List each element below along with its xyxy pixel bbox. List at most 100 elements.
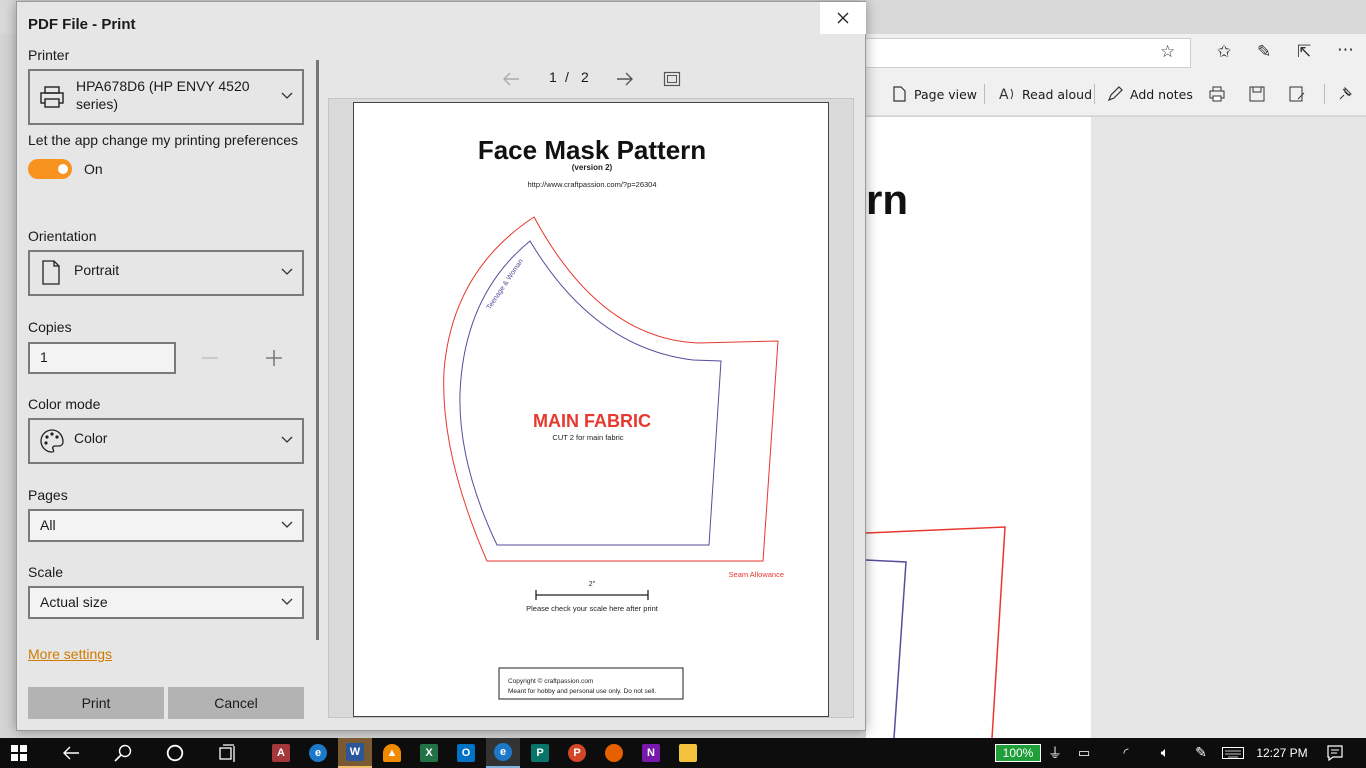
next-page-icon[interactable]	[615, 71, 635, 87]
decrement-icon[interactable]	[201, 349, 219, 367]
cancel-button[interactable]: Cancel	[168, 687, 304, 719]
power-plug-icon[interactable]: ⏚	[1046, 738, 1064, 768]
file-explorer-app[interactable]	[673, 738, 703, 768]
excel-icon: X	[420, 744, 438, 762]
add-notes-button[interactable]: Add notes	[1106, 84, 1193, 104]
access-app[interactable]: A	[266, 738, 296, 768]
page-view-button[interactable]: Page view	[890, 84, 977, 104]
clock[interactable]: 12:27 PM	[1252, 738, 1312, 768]
save-as-icon	[1289, 86, 1305, 102]
battery-indicator[interactable]: 100%	[994, 738, 1042, 768]
close-icon	[837, 12, 849, 24]
printer-name-line2: series)	[76, 96, 119, 112]
cortana-button[interactable]	[160, 738, 190, 768]
color-mode-select[interactable]: Color	[28, 418, 304, 464]
search-icon	[114, 744, 132, 762]
scale-value: Actual size	[40, 594, 108, 610]
back-arrow-icon	[63, 746, 79, 760]
read-aloud-button[interactable]: A Read aloud	[998, 84, 1092, 104]
share-icon[interactable]: ⇱	[1297, 42, 1311, 62]
preferences-toggle[interactable]	[28, 159, 72, 179]
printer-icon	[1209, 86, 1225, 102]
powerpoint-app[interactable]: P	[562, 738, 592, 768]
ie-icon: e	[309, 744, 327, 762]
print-settings-panel: Printer HPA678D6 (HP ENVY 4520 series) L…	[17, 34, 317, 732]
onenote-app[interactable]: N	[636, 738, 666, 768]
action-center-button[interactable]	[1322, 738, 1348, 768]
pages-select[interactable]: All	[28, 509, 304, 542]
scale-bar	[535, 590, 649, 600]
print-button[interactable]	[1208, 84, 1226, 104]
start-button[interactable]	[4, 738, 34, 768]
publisher-app[interactable]: P	[525, 738, 555, 768]
firefox-app[interactable]	[599, 738, 629, 768]
ie-app[interactable]: e	[303, 738, 333, 768]
task-view-icon	[219, 744, 235, 762]
chevron-down-icon	[281, 436, 293, 443]
back-button[interactable]	[56, 738, 86, 768]
copyright-line2: Meant for hobby and personal use only. D…	[508, 688, 656, 695]
keyboard-glyph	[1222, 747, 1244, 759]
scale-bar-label: 2"	[589, 581, 596, 588]
outlook-app[interactable]: O	[451, 738, 481, 768]
battery-percentage: 100%	[995, 744, 1041, 762]
preferences-label: Let the app change my printing preferenc…	[28, 132, 299, 148]
previous-page-icon[interactable]	[501, 71, 521, 87]
word-app[interactable]: W	[338, 738, 372, 768]
print-button[interactable]: Print	[28, 687, 164, 719]
save-button[interactable]	[1248, 84, 1266, 104]
document-version: (version 2)	[572, 163, 613, 172]
onenote-icon: N	[642, 744, 660, 762]
favorite-star-icon[interactable]: ☆	[1160, 42, 1175, 62]
portrait-page-icon	[42, 260, 60, 285]
favorites-list-icon[interactable]: ✩	[1217, 42, 1231, 62]
orientation-label: Orientation	[28, 228, 97, 244]
scale-select[interactable]: Actual size	[28, 586, 304, 619]
printer-select[interactable]: HPA678D6 (HP ENVY 4520 series)	[28, 69, 304, 125]
pages-value: All	[40, 517, 56, 533]
pen-icon[interactable]: ✎	[1257, 42, 1271, 62]
printer-name-line1: HPA678D6 (HP ENVY 4520	[76, 78, 250, 94]
pattern-drawing: Face Mask Pattern (version 2) http://www…	[443, 135, 784, 700]
outlook-icon: O	[457, 744, 475, 762]
close-button[interactable]	[820, 2, 866, 34]
read-aloud-label: Read aloud	[1022, 86, 1093, 102]
save-as-button[interactable]	[1288, 84, 1306, 104]
chevron-down-icon	[281, 268, 293, 275]
fit-page-icon[interactable]	[663, 71, 681, 87]
save-icon	[1249, 86, 1265, 102]
pen-workspace-icon[interactable]: ✎	[1190, 738, 1212, 768]
volume-icon[interactable]: 🔈︎	[1154, 738, 1176, 768]
vlc-app[interactable]: ▲	[377, 738, 407, 768]
orientation-select[interactable]: Portrait	[28, 250, 304, 296]
current-page-number: 1	[549, 69, 557, 85]
copies-input[interactable]: 1	[28, 342, 176, 374]
edge-app[interactable]: e	[486, 738, 520, 768]
windows-logo-icon	[11, 745, 27, 761]
battery-icon[interactable]: ▭	[1074, 738, 1094, 768]
pin-button[interactable]	[1336, 84, 1354, 104]
document-url: http://www.craftpassion.com/?p=26304	[527, 180, 656, 189]
fabric-title: MAIN FABRIC	[533, 411, 651, 431]
more-icon[interactable]: ⋯	[1337, 40, 1354, 60]
wifi-icon[interactable]: ◜	[1116, 738, 1136, 768]
increment-icon[interactable]	[265, 349, 283, 367]
chevron-down-icon	[281, 521, 293, 528]
cortana-icon	[166, 744, 184, 762]
chevron-down-icon	[281, 598, 293, 605]
pages-label: Pages	[28, 487, 68, 503]
search-button[interactable]	[108, 738, 138, 768]
browser-url-field[interactable]	[866, 38, 1191, 68]
pen-icon	[1107, 86, 1123, 102]
orientation-value: Portrait	[74, 262, 120, 278]
fabric-note: CUT 2 for main fabric	[552, 433, 623, 442]
total-page-count: 2	[581, 69, 589, 85]
task-view-button[interactable]	[212, 738, 242, 768]
settings-scrollbar[interactable]	[316, 60, 319, 640]
page-view-label: Page view	[914, 86, 978, 102]
more-settings-link[interactable]: More settings	[28, 646, 112, 662]
palette-icon	[40, 429, 64, 453]
scale-check-note: Please check your scale here after print	[526, 604, 659, 613]
keyboard-icon[interactable]	[1220, 738, 1246, 768]
excel-app[interactable]: X	[414, 738, 444, 768]
